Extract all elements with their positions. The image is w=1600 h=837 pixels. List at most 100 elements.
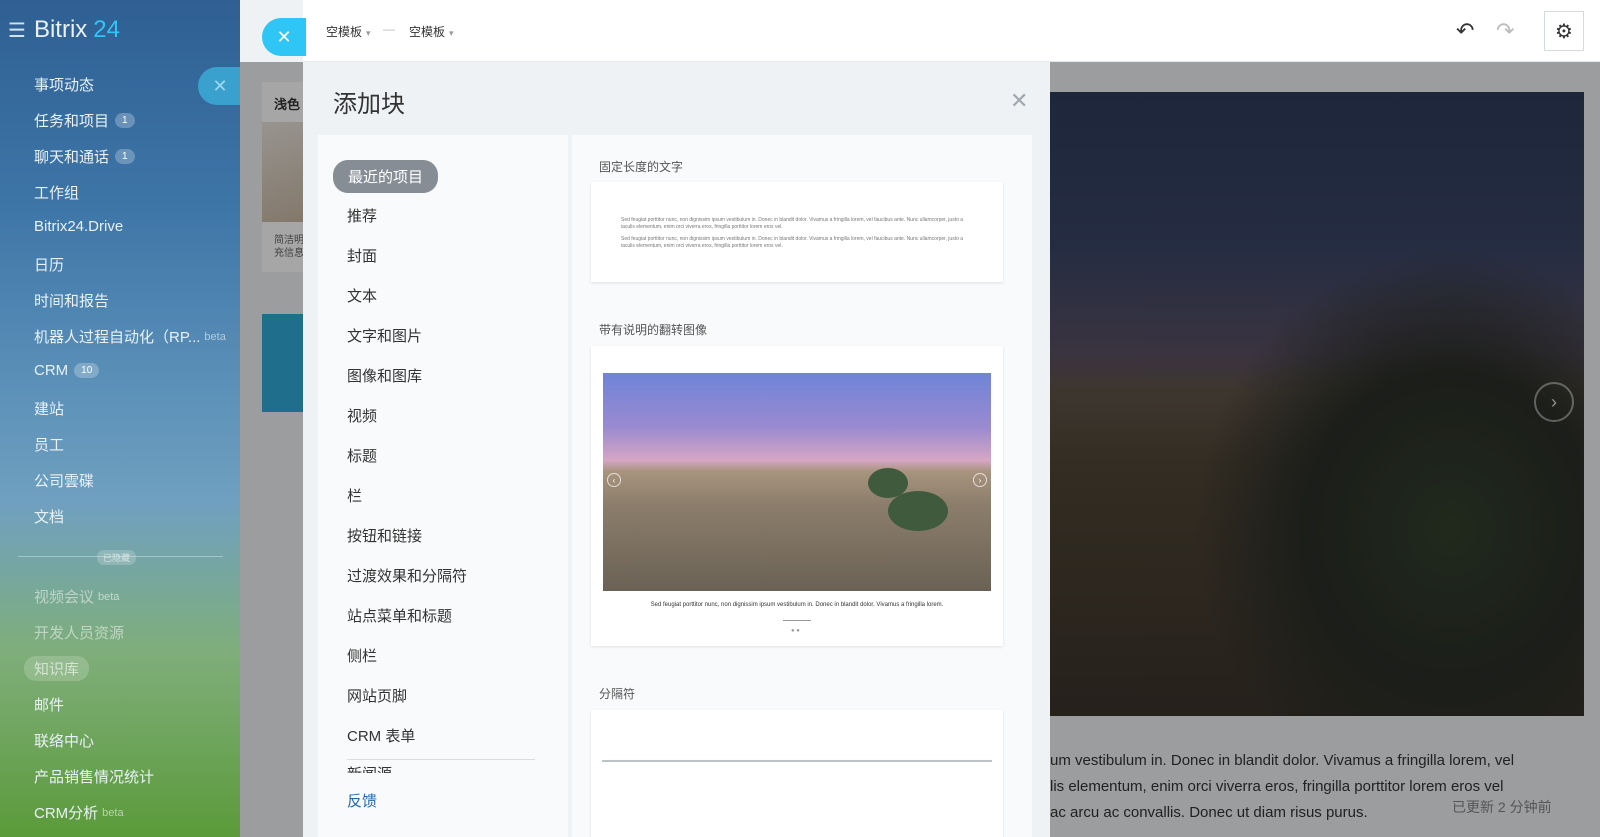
category-gallery[interactable]: 图像和图库 (347, 365, 422, 386)
slider-close-button[interactable]: ✕ (262, 18, 306, 56)
block-preview-text: Sed feugiat porttitor nunc, non dignissi… (621, 236, 964, 249)
sidebar-item-label: CRM分析 (34, 805, 99, 822)
category-separators[interactable]: 过渡效果和分隔符 (347, 565, 467, 586)
close-icon: ✕ (276, 26, 292, 47)
beta-tag: beta (102, 806, 124, 819)
sidebar-item-crm[interactable]: CRM 10 (34, 362, 100, 379)
chevron-down-icon: ▾ (366, 28, 371, 38)
sidebar-item-label: 机器人过程自动化（RP... (34, 329, 201, 346)
sidebar-item-calendar[interactable]: 日历 (34, 254, 64, 275)
sidebar-item-label: 工作组 (34, 185, 80, 202)
sidebar-item-label: 员工 (34, 437, 65, 454)
counter-badge: 10 (74, 363, 100, 378)
sidebar-item-label: 聊天和通话 (34, 149, 110, 166)
updated-status: 已更新 2 分钟前 (1452, 799, 1552, 815)
bush-shape (888, 491, 948, 531)
chevron-right-icon: › (973, 473, 987, 487)
undo-icon[interactable]: ↶ (1456, 18, 1474, 44)
sidebar-item-documents[interactable]: 文档 (34, 506, 64, 527)
block-list: 固定长度的文字 Sed feugiat porttitor nunc, non … (572, 135, 1032, 837)
category-sidebar[interactable]: 侧栏 (347, 645, 377, 666)
block-preview-image: ‹ › (603, 373, 991, 591)
category-text-image[interactable]: 文字和图片 (347, 325, 422, 346)
sidebar-item-label: 公司雲碟 (34, 473, 95, 490)
menu-icon[interactable]: ☰ (8, 18, 26, 43)
category-recent[interactable]: 最近的项目 (333, 160, 439, 193)
block-title: 带有说明的翻转图像 (599, 323, 708, 337)
sidebar-item-label: 文档 (34, 509, 65, 526)
sidebar-close-icon[interactable]: ✕ (198, 67, 242, 105)
category-crm-form[interactable]: CRM 表单 (347, 725, 415, 746)
category-cover[interactable]: 封面 (347, 245, 377, 266)
sidebar-item-label: 建站 (34, 401, 65, 418)
category-footer[interactable]: 网站页脚 (347, 685, 407, 706)
sidebar-item-company-drive[interactable]: 公司雲碟 (34, 470, 94, 491)
sidebar-item-sites[interactable]: 建站 (34, 398, 64, 419)
category-buttons-links[interactable]: 按钮和链接 (347, 525, 422, 546)
category-title[interactable]: 标题 (347, 445, 377, 466)
block-preview-text: Sed feugiat porttitor nunc, non dignissi… (621, 217, 964, 230)
sidebar-item-time-reports[interactable]: 时间和报告 (34, 290, 109, 311)
sidebar-item-video-conf[interactable]: 视频会议 beta (34, 586, 119, 607)
logo[interactable]: ☰ Bitrix 24 (8, 16, 120, 44)
settings-button[interactable]: ⚙ (1544, 11, 1584, 51)
category-video[interactable]: 视频 (347, 405, 377, 426)
breadcrumb-label: 空模板 (409, 25, 446, 39)
sidebar-item-contact-center[interactable]: 联络中心 (34, 730, 94, 751)
block-card-flip-image[interactable]: ‹ › Sed feugiat porttitor nunc, non dign… (591, 346, 1003, 646)
sidebar-item-employees[interactable]: 员工 (34, 434, 64, 455)
sidebar-item-tasks[interactable]: 任务和项目 1 (34, 110, 135, 131)
block-title: 分隔符 (599, 687, 636, 701)
sidebar-item-label: 事项动态 (34, 77, 95, 94)
sidebar-item-feed[interactable]: 事项动态 (34, 74, 94, 95)
redo-icon[interactable]: ↷ (1496, 18, 1514, 44)
block-card-fixed-text[interactable]: Sed feugiat porttitor nunc, non dignissi… (591, 182, 1003, 282)
hidden-label[interactable]: 已隐藏 (97, 550, 137, 565)
chevron-left-icon: ‹ (607, 473, 621, 487)
sidebar-item-crm-analytics[interactable]: CRM分析 beta (34, 802, 124, 823)
sidebar-item-workgroups[interactable]: 工作组 (34, 182, 79, 203)
left-sidebar: ☰ Bitrix 24 ✕ 事项动态 任务和项目 1 聊天和通话 1 工作组 Bit… (0, 0, 242, 837)
sidebar-item-knowledge-base[interactable]: 知识库 (24, 656, 90, 681)
separator-line (602, 760, 992, 762)
sidebar-item-label: 任务和项目 (34, 113, 110, 130)
category-news[interactable]: 新闻源 (347, 763, 392, 773)
category-divider (347, 759, 535, 760)
sidebar-item-mail[interactable]: 邮件 (34, 694, 64, 715)
category-columns[interactable]: 栏 (347, 485, 362, 506)
feedback-link[interactable]: 反馈 (347, 790, 377, 811)
sidebar-item-label: 邮件 (34, 697, 65, 714)
dialog-close-icon[interactable]: ✕ (1010, 88, 1028, 114)
sidebar-item-rpa[interactable]: 机器人过程自动化（RP... beta (34, 326, 226, 347)
sidebar-item-label: 开发人员资源 (34, 625, 125, 642)
brand-name: Bitrix (33, 16, 88, 43)
sidebar-item-sales-stats[interactable]: 产品销售情况统计 (34, 766, 154, 787)
category-text[interactable]: 文本 (347, 285, 377, 306)
dialog-title: 添加块 (333, 91, 405, 118)
breadcrumb-page[interactable]: 空模板 ▾ (409, 23, 454, 40)
category-recommended[interactable]: 推荐 (347, 205, 377, 226)
beta-tag: beta (204, 330, 226, 343)
counter-badge: 1 (115, 149, 135, 164)
chevron-down-icon: ▾ (449, 28, 454, 38)
sidebar-item-label: CRM (34, 362, 69, 379)
block-card-separator[interactable] (591, 710, 1003, 837)
brand-number: 24 (93, 16, 120, 43)
sidebar-item-label: 联络中心 (34, 733, 95, 750)
block-title: 固定长度的文字 (599, 160, 684, 174)
editor-toolbar: 空模板 ▾ — 空模板 ▾ ↶ ↷ (303, 0, 1600, 62)
beta-tag: beta (98, 590, 120, 603)
category-menu-header[interactable]: 站点菜单和标题 (347, 605, 452, 626)
sidebar-item-drive[interactable]: Bitrix24.Drive (34, 218, 123, 235)
sidebar-item-dev-resources[interactable]: 开发人员资源 (34, 622, 124, 643)
slider-dots: ● ● (791, 628, 800, 634)
sidebar-item-label: Bitrix24.Drive (34, 218, 124, 235)
sidebar-item-label: 产品销售情况统计 (34, 769, 155, 786)
counter-badge: 1 (115, 113, 135, 128)
sidebar-item-label: 知识库 (34, 661, 80, 678)
breadcrumb-site[interactable]: 空模板 ▾ (326, 23, 371, 40)
sidebar-item-chat[interactable]: 聊天和通话 1 (34, 146, 135, 167)
breadcrumb-separator: — (383, 22, 395, 36)
category-list: 最近的项目 推荐 封面 文本 文字和图片 图像和图库 视频 标题 栏 按钮和链接… (318, 135, 568, 837)
add-block-dialog: 添加块 ✕ 最近的项目 推荐 封面 文本 文字和图片 图像和图库 视频 标题 栏… (303, 62, 1050, 837)
